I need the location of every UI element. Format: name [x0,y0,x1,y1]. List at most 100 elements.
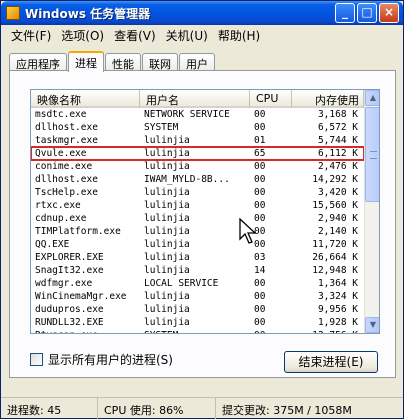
scroll-thumb[interactable] [365,107,379,202]
process-user-name: LOCAL SERVICE [144,278,219,289]
process-user-name: lulinjia [144,135,190,146]
process-memory: 9,956 K [317,304,358,315]
show-all-users-option[interactable]: 显示所有用户的进程(S) [30,351,173,368]
table-row[interactable]: SnagIt32.exe lulinjia 14 12,948 K [31,264,364,277]
process-image-name: dudupros.exe [35,304,104,315]
process-cpu: 65 [254,148,266,159]
table-row[interactable]: cdnup.exe lulinjia 00 2,940 K [31,212,364,225]
table-row[interactable]: WinCinemaMgr.exe lulinjia 00 3,324 K [31,290,364,303]
tab-processes[interactable]: 进程 [68,51,104,72]
table-row[interactable]: wdfmgr.exe LOCAL SERVICE 00 1,364 K [31,277,364,290]
table-row[interactable]: TIMPlatform.exe lulinjia 00 2,140 K [31,225,364,238]
table-row[interactable]: QQ.EXE lulinjia 00 11,720 K [31,238,364,251]
process-memory: 11,720 K [312,239,358,250]
process-user-name: lulinjia [144,304,190,315]
scroll-up-icon[interactable]: ▲ [365,90,379,106]
table-row[interactable]: Rtvscan.exeSYSTEM0012,756 K [31,329,364,333]
menu-view[interactable]: 查看(V) [110,25,162,44]
status-cpu-usage: CPU 使用: 86% [98,398,216,419]
process-user-name: lulinjia [144,265,190,276]
process-image-name: TIMPlatform.exe [35,226,121,237]
menu-shutdown[interactable]: 关机(U) [162,25,214,44]
column-memory[interactable]: 内存使用 [292,90,364,108]
table-row[interactable]: dllhost.exe IWAM_MYLD-8B... 00 14,292 K [31,173,364,186]
tab-users[interactable]: 用户 [179,53,215,71]
process-user-name: lulinjia [144,317,190,328]
process-memory: 1,364 K [317,278,358,289]
table-row[interactable]: EXPLORER.EXE lulinjia 03 26,664 K [31,251,364,264]
column-user-name[interactable]: 用户名 [140,90,250,108]
process-user-name: lulinjia [144,187,190,198]
process-image-name: TscHelp.exe [35,187,98,198]
menu-file[interactable]: 文件(F) [7,25,57,44]
process-memory: 12,756 K [292,329,364,333]
process-memory: 2,140 K [317,226,358,237]
process-image-name: cdnup.exe [35,213,87,224]
table-row[interactable]: Qvule.exe lulinjia 65 6,112 K [31,146,365,161]
process-image-name: wdfmgr.exe [35,278,93,289]
menu-bar: 文件(F) 选项(O) 查看(V) 关机(U) 帮助(H) [1,25,403,44]
process-memory: 6,112 K [317,148,358,159]
process-user-name: lulinjia [144,226,190,237]
status-commit-charge: 提交更改: 375M / 1058M [222,404,352,417]
scroll-down-icon[interactable]: ▼ [365,317,379,333]
table-row[interactable]: conime.exe lulinjia 00 2,476 K [31,160,364,173]
status-bar: 进程数: 45 CPU 使用: 86% 提交更改: 375M / 1058M [1,397,403,419]
minimize-button[interactable]: _ [335,3,355,23]
tab-performance[interactable]: 性能 [105,53,141,71]
process-image-name: dllhost.exe [35,122,98,133]
process-memory: 26,664 K [312,252,358,263]
taskmanager-icon [6,6,20,20]
show-all-users-checkbox[interactable] [30,353,43,366]
process-cpu: 00 [254,317,266,328]
tab-networking[interactable]: 联网 [142,53,178,71]
end-process-button[interactable]: 结束进程(E) [284,351,378,373]
process-cpu: 01 [254,135,266,146]
processes-panel: 映像名称 用户名 CPU 内存使用 msdtc.exe NETWORK SERVI… [9,70,396,378]
table-row[interactable]: RUNDLL32.EXE lulinjia 00 1,928 K [31,316,364,329]
process-image-name: RUNDLL32.EXE [35,317,104,328]
process-memory: 6,572 K [317,122,358,133]
process-cpu: 00 [254,109,266,120]
column-cpu[interactable]: CPU [250,90,292,108]
process-user-name: lulinjia [144,239,190,250]
process-cpu: 00 [254,278,266,289]
process-list[interactable]: 映像名称 用户名 CPU 内存使用 msdtc.exe NETWORK SERVI… [30,89,380,334]
list-header: 映像名称 用户名 CPU 内存使用 [31,90,364,108]
table-row[interactable]: msdtc.exe NETWORK SERVICE 00 3,168 K [31,108,364,121]
process-user-name: lulinjia [144,252,190,263]
process-image-name: EXPLORER.EXE [35,252,104,263]
menu-help[interactable]: 帮助(H) [214,25,266,44]
table-row[interactable]: rtxc.exe lulinjia 00 15,560 K [31,199,364,212]
process-image-name: msdtc.exe [35,109,87,120]
process-cpu: 14 [254,265,266,276]
process-user-name: lulinjia [144,161,190,172]
process-image-name: WinCinemaMgr.exe [35,291,127,302]
process-image-name: QQ.EXE [35,239,70,250]
tab-applications[interactable]: 应用程序 [9,53,67,71]
process-memory: 2,940 K [317,213,358,224]
process-user-name: lulinjia [144,291,190,302]
process-user-name: SYSTEM [144,122,179,133]
table-row[interactable]: dudupros.exe lulinjia 00 9,956 K [31,303,364,316]
column-image-name[interactable]: 映像名称 [31,90,140,108]
maximize-button[interactable]: □ [357,3,377,23]
grip-icon [370,151,377,159]
menu-options[interactable]: 选项(O) [57,25,110,44]
process-memory: 3,420 K [317,187,358,198]
process-cpu: 00 [250,329,292,333]
process-user-name: lulinjia [144,200,190,211]
process-image-name: taskmgr.exe [35,135,98,146]
close-button[interactable]: × [379,3,399,23]
task-manager-window: Windows 任务管理器 _ □ × 文件(F) 选项(O) 查看(V) 关机… [0,0,404,419]
process-user-name: lulinjia [144,213,190,224]
table-row[interactable]: TscHelp.exe lulinjia 00 3,420 K [31,186,364,199]
process-image-name: Qvule.exe [35,148,87,159]
title-bar[interactable]: Windows 任务管理器 _ □ × [1,1,403,25]
vertical-scrollbar[interactable]: ▲ ▼ [364,90,379,333]
process-memory: 3,324 K [317,291,358,302]
process-cpu: 00 [254,200,266,211]
table-row[interactable]: taskmgr.exe lulinjia 01 5,744 K [31,134,364,147]
table-row[interactable]: dllhost.exe SYSTEM 00 6,572 K [31,121,364,134]
process-image-name: conime.exe [35,161,93,172]
